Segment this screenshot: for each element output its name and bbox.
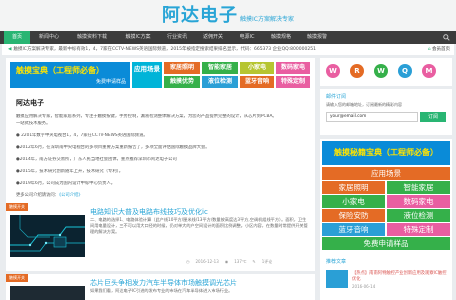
intro-paragraph: ●2015年，技术研究创新随年上升，技术研究（专利）。 <box>16 169 124 174</box>
news-link[interactable]: 【热点】南南阿特触控产业创新应用及观察IC触控优化 <box>352 271 448 283</box>
nav-item-downloads[interactable]: 触摸资料下载 <box>68 31 116 44</box>
nav-item-news[interactable]: 新闻中心 <box>32 31 66 44</box>
weibo-icon[interactable]: W <box>326 64 340 78</box>
card-cell[interactable]: 小家电 <box>322 195 385 208</box>
announcement-ticker: ◀ 触摸IC方案解决专家，最新中标有效1，4，7家在CCTV-NEWS英语国际频道… <box>2 44 454 55</box>
intro-paragraph: 一站式技术服务。 <box>16 121 51 126</box>
article-summary: 二、电路的选择1、电路体验计算（此产线10平方/厘米线/13平方/数量按高度达3… <box>90 217 308 234</box>
intro-title: 阿达电子 <box>16 99 44 107</box>
touch-guide-banner[interactable]: 触摸宝典（工程师必备） 免费申请样品 应用场景 家居照明 智能家居 小家电 数码… <box>10 62 310 88</box>
eye-icon: ◉ <box>224 259 229 264</box>
card-cell[interactable]: 家居照明 <box>322 181 385 194</box>
banner-cell[interactable]: 家居照明 <box>164 62 200 74</box>
more-intro: 更多公司介绍请访问：《公司介绍》 <box>16 192 83 198</box>
social-icons: W R W Q M <box>320 58 452 86</box>
nav-item-power-ic[interactable]: 电源IC <box>232 31 262 44</box>
email-field[interactable]: your@email.com <box>326 112 418 122</box>
intro-paragraph: ●2019年6月，公司成为国内设计中标中心负责人。 <box>16 181 116 186</box>
main-column: 触摸宝典（工程师必备） 免费申请样品 应用场景 家居照明 智能家居 小家电 数码… <box>6 58 315 300</box>
ticker-text: 触摸IC方案解决专家，最新中标有效1，4，7家在CCTV-NEWS英语国际频道，… <box>13 47 316 52</box>
article-card: 触摸开关 芯片巨头争相发力汽车半导体市场触摸调光芯片 如果我们看，阿达电子IC引… <box>6 274 315 300</box>
article-thumbnail[interactable] <box>10 286 85 300</box>
news-date: 2016-06-14 <box>352 284 376 289</box>
subscribe-box: 邮件订阅 请输入您的邮箱地址，订阅最新的精彩内容 your@email.com … <box>320 89 452 135</box>
article-meta: ◷ 2016-12-13 ◉ 137℃ ✎ 1评论 <box>186 259 278 265</box>
site-header: 阿达电子 触摸IC方案解决专家 <box>0 0 456 31</box>
nav-item-specs[interactable]: 触摸规格 <box>264 31 298 44</box>
card-app-label: 应用场景 <box>322 167 450 180</box>
card-cell[interactable]: 保险安防 <box>322 209 385 222</box>
mail-icon[interactable]: M <box>422 64 436 78</box>
article-summary: 如果我们看，阿达电子IC引进的发布专业的市场在汽车半导体进入市场行业。 <box>90 288 233 293</box>
banner-cell[interactable]: 智能家居 <box>202 62 238 74</box>
card-cell[interactable]: 数码家电 <box>387 195 450 208</box>
nav-item-industry[interactable]: 行业资讯 <box>160 31 194 44</box>
article-thumbnail[interactable] <box>10 215 85 257</box>
nav-item-home[interactable]: 首页 <box>4 31 30 44</box>
wechat-icon[interactable]: W <box>374 64 388 78</box>
qq-icon[interactable]: Q <box>398 64 412 78</box>
intro-paragraph: ●2012年6月，在深圳南中央电视台的多项目重要方案重新报告了，多项全面评估国际… <box>16 145 210 150</box>
clock-icon: ◷ <box>186 259 190 264</box>
card-cell[interactable]: 蓝牙音响 <box>322 223 385 236</box>
subscribe-desc: 请输入您的邮箱地址，订阅最新的精彩内容 <box>326 102 402 107</box>
circuit-image <box>10 215 85 257</box>
article-views: 137℃ <box>234 259 247 264</box>
card-cell[interactable]: 液位检测 <box>387 209 450 222</box>
more-prefix: 更多公司介绍请访问： <box>16 193 59 198</box>
logo-main: 阿达电子 <box>162 5 239 26</box>
banner-cell[interactable]: 蓝牙音响 <box>240 76 274 88</box>
article-comments[interactable]: 1评论 <box>262 259 273 264</box>
article-date: 2016-12-13 <box>195 259 219 264</box>
category-badge[interactable]: 触摸开关 <box>6 274 28 282</box>
intro-paragraph: ● 2201年数字中央电视台1，4，7家在CCTV-NEWS英语国际频道。 <box>16 133 148 138</box>
nav-item-rebate[interactable]: 返佣开关 <box>196 31 230 44</box>
news-thumbnail[interactable] <box>326 270 348 288</box>
category-badge[interactable]: 触摸开关 <box>6 203 28 211</box>
banner-cell[interactable]: 液位检测 <box>202 76 238 88</box>
nav-item-solutions[interactable]: 触摸IC方案 <box>118 31 158 44</box>
speaker-icon: ◀ <box>8 47 12 52</box>
rss-icon[interactable]: R <box>350 64 364 78</box>
card-title: 触摸秘籍宝典（工程师必备） <box>322 141 450 165</box>
banner-cell[interactable]: 特殊定制 <box>276 76 310 88</box>
banner-subtitle: 免费申请样品 <box>95 79 126 85</box>
search-icon[interactable] <box>443 34 450 41</box>
article-card: 触摸开关 电路知识大普及电路布线技巧及优化ic 二、电路的选择1、电路体验计算（… <box>6 203 315 271</box>
card-cell[interactable]: 特殊定制 <box>387 223 450 236</box>
member-home-label: 会员首页 <box>432 47 450 52</box>
banner-cell[interactable]: 数码家电 <box>276 62 310 74</box>
card-sample-button[interactable]: 免费申请样品 <box>322 237 450 250</box>
main-nav: 首页 新闻中心 触摸资料下载 触摸IC方案 行业资讯 返佣开关 电源IC 触摸规… <box>0 31 456 44</box>
subscribe-button[interactable]: 订阅 <box>420 112 446 122</box>
nav-item-alarm[interactable]: 触摸报警 <box>300 31 334 44</box>
banner-cell[interactable]: 触摸优势 <box>164 76 200 88</box>
comment-icon: ✎ <box>252 259 256 264</box>
recommend-title: 推荐文章 <box>326 259 347 265</box>
home-icon: ⌂ <box>427 47 431 52</box>
subscribe-title: 邮件订阅 <box>326 94 347 100</box>
recommend-box: 推荐文章 【热点】南南阿特触控产业创新应用及观察IC触控优化 2016-06-1… <box>320 254 452 300</box>
intro-paragraph: 触摸应用解决专家，智能家居系列，专注于触摸按键，手势控制，漏液检测整体解决方案，… <box>16 114 277 119</box>
intro-paragraph: ●2014年，南方证券交易所，广东人民当地社会团体，重点推荐深圳市阿达电子公司 <box>16 157 177 162</box>
banner-title: 触摸宝典（工程师必备） <box>16 66 104 75</box>
article-title[interactable]: 电路知识大普及电路布线技巧及优化ic <box>90 207 208 217</box>
article-title[interactable]: 芯片巨头争相发力汽车半导体市场触摸调光芯片 <box>90 278 237 288</box>
member-home-link[interactable]: ⌂ 会员首页 <box>423 44 454 55</box>
banner-left: 触摸宝典（工程师必备） 免费申请样品 <box>10 62 130 88</box>
banner-app-label: 应用场景 <box>132 62 162 88</box>
card-cell[interactable]: 智能家居 <box>387 181 450 194</box>
company-intro-link[interactable]: 《公司介绍》 <box>59 193 83 198</box>
banner-cell[interactable]: 小家电 <box>240 62 274 74</box>
